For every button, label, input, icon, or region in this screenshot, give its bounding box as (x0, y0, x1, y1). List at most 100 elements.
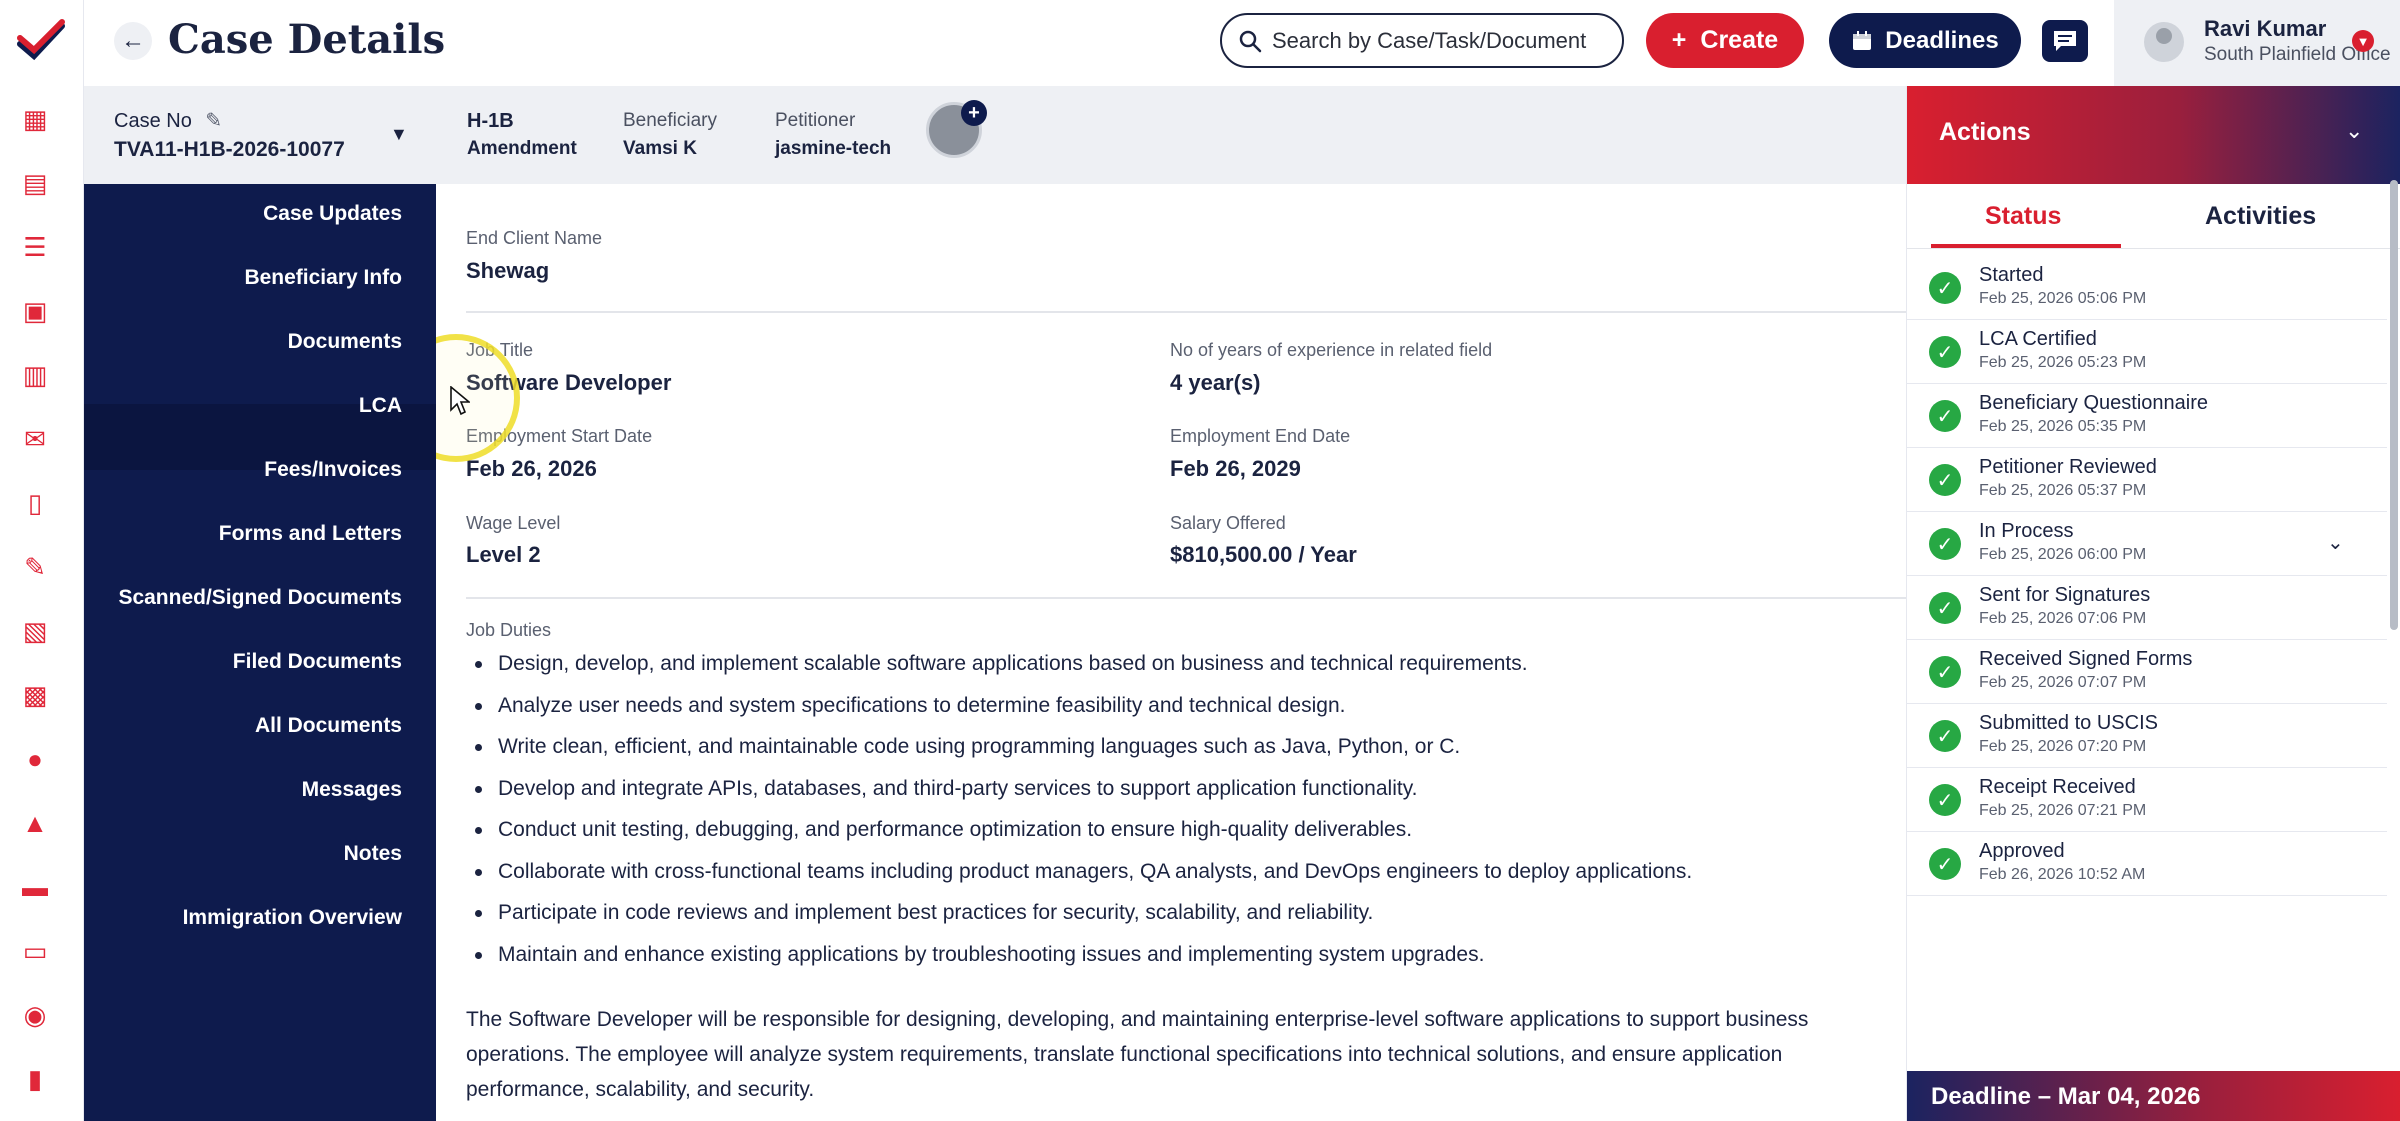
end-date-value: Feb 26, 2029 (1170, 456, 1301, 481)
case-dropdown-icon[interactable]: ▼ (390, 124, 408, 145)
status-name: LCA Certified (1979, 328, 2097, 350)
status-row[interactable]: ✓ LCA Certified Feb 25, 2026 05:23 PM (1907, 320, 2387, 384)
edit-icon[interactable]: ✎ (20, 552, 50, 582)
subnav-item-case-updates[interactable]: Case Updates (263, 202, 402, 226)
chevron-down-icon[interactable]: ⌄ (2345, 118, 2363, 144)
status-row[interactable]: ✓ Received Signed Forms Feb 25, 2026 07:07… (1907, 640, 2387, 704)
edit-icon[interactable]: ✎ (205, 110, 222, 132)
chat-icon (2054, 31, 2076, 51)
status-row[interactable]: ✓ Sent for Signatures Feb 25, 2026 07:06 P… (1907, 576, 2387, 640)
scrollbar[interactable] (2390, 180, 2398, 630)
deadline-bar: Deadline – Mar 04, 2026 (1907, 1071, 2400, 1121)
folder-icon[interactable]: ▬ (20, 872, 50, 902)
beneficiary-name[interactable]: Vamsi K (623, 138, 697, 160)
top-header: ← Case Details + Create Deadlines Ravi K… (84, 0, 2400, 86)
status-date: Feb 25, 2026 07:06 PM (1979, 610, 2147, 627)
calendar-icon (1853, 30, 1872, 50)
documents-icon[interactable]: ▯ (20, 488, 50, 518)
lca-details: End Client Name Shewag Job Title Softwar… (436, 184, 1906, 1121)
subnav-item-immigration-overview[interactable]: Immigration Overview (183, 906, 402, 930)
create-button[interactable]: + Create (1646, 13, 1804, 68)
experience-value: 4 year(s) (1170, 370, 1261, 395)
subnav-item-fees-invoices[interactable]: Fees/Invoices (264, 458, 402, 482)
status-date: Feb 25, 2026 06:00 PM (1979, 546, 2147, 563)
status-date: Feb 25, 2026 05:37 PM (1979, 482, 2147, 499)
salary-label: Salary Offered (1170, 513, 1286, 533)
subnav-item-notes[interactable]: Notes (344, 842, 402, 866)
status-row[interactable]: ✓ Receipt Received Feb 25, 2026 07:21 PM (1907, 768, 2387, 832)
chat-button[interactable] (2042, 20, 2088, 62)
check-circle-icon: ✓ (1929, 784, 1961, 816)
subnav-item-documents[interactable]: Documents (288, 330, 402, 354)
status-row[interactable]: ✓ Petitioner Reviewed Feb 25, 2026 05:37 P… (1907, 448, 2387, 512)
case-number: TVA11-H1B-2026-10077 (114, 138, 345, 161)
contacts-icon[interactable]: ◉ (20, 1000, 50, 1030)
subnav-item-lca[interactable]: LCA (359, 394, 402, 418)
check-circle-icon: ✓ (1929, 400, 1961, 432)
wage-level-value: Level 2 (466, 542, 541, 567)
list-item: Maintain and enhance existing applicatio… (466, 937, 1866, 979)
actions-header[interactable]: Actions ⌄ (1907, 86, 2400, 184)
status-row[interactable]: ✓ Approved Feb 26, 2026 10:52 AM (1907, 832, 2387, 896)
chevron-down-icon[interactable]: ▼ (2352, 30, 2374, 52)
status-date: Feb 25, 2026 07:20 PM (1979, 738, 2147, 755)
check-circle-icon: ✓ (1929, 720, 1961, 752)
end-date-label: Employment End Date (1170, 426, 1351, 446)
user-icon[interactable]: ● (20, 744, 50, 774)
book-icon[interactable]: ▮ (20, 1064, 50, 1094)
status-name: Approved (1979, 840, 2065, 862)
status-date: Feb 25, 2026 05:23 PM (1979, 354, 2147, 371)
subnav-item-messages[interactable]: Messages (302, 778, 402, 802)
reports-icon[interactable]: ▧ (20, 616, 50, 646)
tasks-icon[interactable]: ☰ (20, 232, 50, 262)
calendar-icon[interactable]: ▣ (20, 296, 50, 326)
chevron-down-icon[interactable]: ⌄ (2327, 530, 2344, 555)
tab-status[interactable]: Status (1985, 202, 2061, 231)
status-name: Started (1979, 264, 2044, 286)
beneficiary-label: Beneficiary (623, 110, 717, 131)
case-section-nav: Case Updates Beneficiary Info Documents LCA… (84, 184, 436, 1121)
check-circle-icon: ✓ (1929, 592, 1961, 624)
status-date: Feb 25, 2026 05:06 PM (1979, 290, 2147, 307)
status-name: Submitted to USCIS (1979, 712, 2158, 734)
deadline-text: Deadline – Mar 04, 2026 (1931, 1083, 2201, 1110)
people-icon[interactable]: ▲ (20, 808, 50, 838)
messages-icon[interactable]: ✉ (20, 424, 50, 454)
case-no-label: Case No ✎ (114, 110, 223, 132)
subnav-item-all-documents[interactable]: All Documents (255, 714, 402, 738)
avatar (2144, 22, 2184, 62)
status-name: In Process (1979, 520, 2074, 542)
tab-activities[interactable]: Activities (2205, 202, 2316, 231)
deadlines-button[interactable]: Deadlines (1829, 13, 2021, 68)
status-date: Feb 25, 2026 07:07 PM (1979, 674, 2147, 691)
forms-icon[interactable]: ▥ (20, 360, 50, 390)
subnav-item-scanned-signed-documents[interactable]: Scanned/Signed Documents (118, 586, 402, 610)
status-row[interactable]: ✓ In Process Feb 25, 2026 06:00 PM ⌄ (1907, 512, 2387, 576)
petitioner-name[interactable]: jasmine-tech (775, 138, 891, 160)
status-row[interactable]: ✓ Started Feb 25, 2026 05:06 PM (1907, 256, 2387, 320)
status-row[interactable]: ✓ Beneficiary Questionnaire Feb 25, 2026 0… (1907, 384, 2387, 448)
subnav-item-forms-and-letters[interactable]: Forms and Letters (219, 522, 402, 546)
actions-title: Actions (1939, 118, 2031, 146)
status-row[interactable]: ✓ Submitted to USCIS Feb 25, 2026 07:20 PM (1907, 704, 2387, 768)
actions-panel: Actions ⌄ Status Activities ✓ Started Feb … (1906, 86, 2400, 1121)
wage-level-label: Wage Level (466, 513, 561, 533)
search-input[interactable] (1272, 27, 1602, 54)
notes-icon[interactable]: ▭ (20, 936, 50, 966)
dashboard-icon[interactable]: ▦ (20, 104, 50, 134)
back-button[interactable]: ← (114, 22, 152, 60)
page-title: Case Details (168, 16, 446, 63)
add-contact-icon[interactable]: + (961, 100, 987, 126)
list-item: Analyze user needs and system specificat… (466, 688, 1866, 730)
plus-icon: + (1671, 26, 1687, 54)
list-item: Conduct unit testing, debugging, and per… (466, 812, 1866, 854)
end-client-label: End Client Name (466, 228, 603, 248)
clipboard-icon[interactable]: ▩ (20, 680, 50, 710)
subnav-item-filed-documents[interactable]: Filed Documents (233, 650, 402, 674)
app-logo-icon[interactable] (16, 18, 68, 66)
search-box[interactable] (1220, 13, 1624, 68)
list-item: Participate in code reviews and implemen… (466, 895, 1866, 937)
cases-icon[interactable]: ▤ (20, 168, 50, 198)
subnav-item-beneficiary-info[interactable]: Beneficiary Info (244, 266, 402, 290)
icon-rail: ▦ ▤ ☰ ▣ ▥ ✉ ▯ ✎ ▧ ▩ ● ▲ ▬ ▭ ◉ ▮ (0, 0, 84, 1121)
